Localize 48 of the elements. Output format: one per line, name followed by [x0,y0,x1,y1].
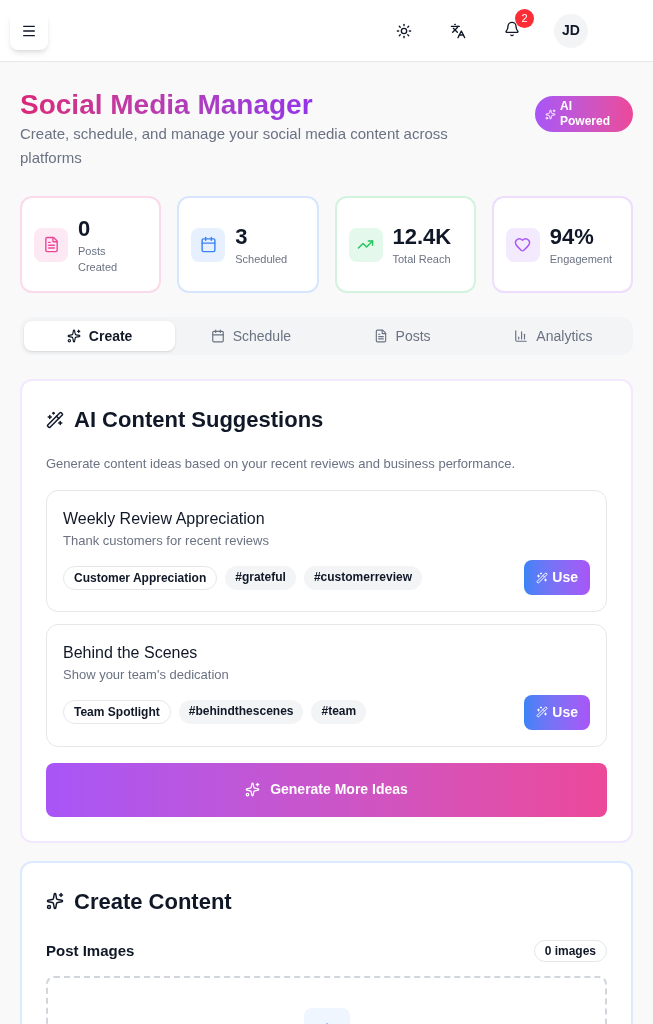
sparkle-icon [46,892,64,910]
tab-icon [66,329,81,343]
tab[interactable]: Analytics [477,321,629,351]
section-label: Post Images [46,940,136,961]
stat-value: 94% [549,222,595,251]
ai-badge: AI Powered [535,96,633,132]
tab-icon [373,329,388,343]
stat-label: Scheduled [235,251,288,267]
card-title: AI Content Suggestions [74,406,324,434]
tag: Customer Appreciation [63,565,218,590]
notification-badge: 2 [515,9,534,28]
stat-value: 12.4K [392,222,452,251]
magic-wand-icon [536,706,549,718]
tag: Team Spotlight [63,700,171,724]
suggestion-subtitle: Thank customers for recent reviews [63,531,270,550]
tag: #behindthescenes [178,700,304,724]
stat-value: 3 [235,222,249,251]
generate-ideas-button[interactable]: Generate More Ideas [46,762,607,817]
tab[interactable]: Posts [326,321,478,351]
tab[interactable]: Schedule [175,321,327,351]
tag: #team [311,700,367,724]
card-description: Generate content ideas based on your recent reviews and business performance. [46,455,516,473]
stat-label: Total Reach [392,251,452,267]
stat-label: Posts Created [78,243,119,275]
stat-icon [191,227,226,262]
suggestion-title: Behind the Scenes [63,643,199,663]
tag: #grateful [225,565,296,590]
tag: #customerreview [303,565,422,590]
stat-icon [348,227,383,262]
tab[interactable]: Create [24,321,176,351]
tab-icon [210,329,225,343]
use-button[interactable]: Use [524,694,590,730]
sparkle-icon [545,108,556,120]
stat-label: Engagement [549,251,613,267]
user-avatar[interactable]: JD [554,13,588,48]
use-button[interactable]: Use [524,560,590,595]
sparkle-icon [245,782,261,797]
magic-wand-icon [536,571,549,584]
menu-button[interactable] [10,11,48,50]
suggestion-subtitle: Show your team's dedication [63,666,230,684]
suggestion-title: Weekly Review Appreciation [63,508,266,529]
page-subtitle: Create, schedule, and manage your social media content across platforms [20,124,449,168]
stat-icon [34,227,68,262]
magic-wand-icon [46,410,64,429]
stat-value: 0 [78,214,92,243]
tab-icon [514,329,529,343]
card-title: Create Content [74,887,232,916]
stat-icon [505,227,540,262]
